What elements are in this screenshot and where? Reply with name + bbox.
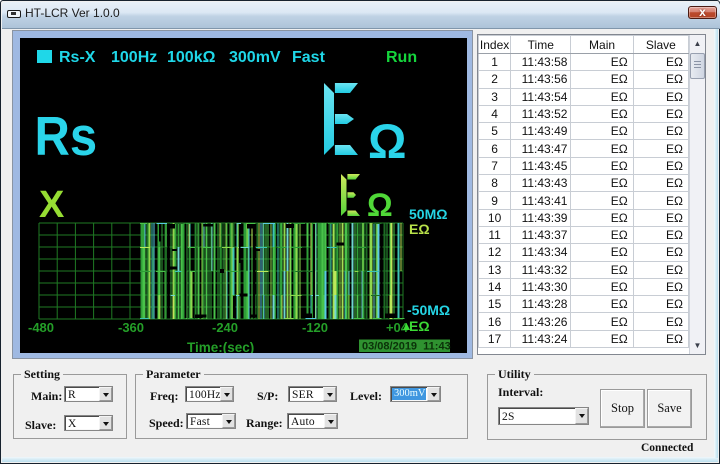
- svg-text:-50MΩ: -50MΩ: [407, 302, 450, 318]
- svg-text:100kΩ: 100kΩ: [167, 49, 216, 66]
- svg-text:50MΩ: 50MΩ: [409, 206, 447, 222]
- svg-text:-360: -360: [118, 320, 144, 335]
- svg-text:Time:(sec): Time:(sec): [187, 340, 254, 353]
- svg-text:-240: -240: [212, 320, 238, 335]
- svg-text:X: X: [39, 184, 65, 226]
- svg-text:Run: Run: [386, 49, 417, 66]
- svg-text:Rs-X: Rs-X: [59, 49, 96, 66]
- svg-text:Rs: Rs: [35, 105, 98, 166]
- svg-text:Fast: Fast: [292, 49, 326, 66]
- svg-text:Ω: Ω: [367, 187, 393, 223]
- svg-text:300mV: 300mV: [229, 49, 281, 66]
- svg-text:EΩ: EΩ: [409, 318, 430, 334]
- svg-text:100Hz: 100Hz: [111, 49, 157, 66]
- svg-text:EΩ: EΩ: [409, 221, 430, 237]
- svg-text:03/08/2019 11:43: 03/08/2019 11:43: [362, 341, 451, 353]
- svg-text:-120: -120: [302, 320, 328, 335]
- svg-text:Ω: Ω: [368, 116, 406, 169]
- svg-text:-480: -480: [28, 320, 54, 335]
